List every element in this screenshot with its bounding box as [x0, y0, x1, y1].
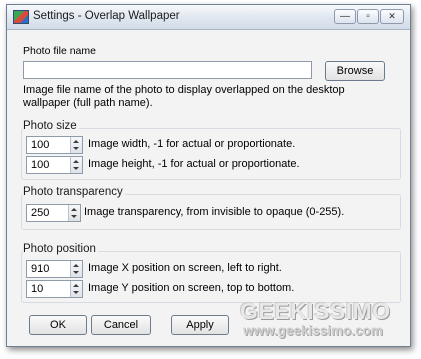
spin-down-icon[interactable] — [73, 271, 79, 274]
height-spinner[interactable]: 100 — [26, 156, 83, 174]
photo-file-label: Photo file name — [23, 45, 96, 57]
y-spin-arrows[interactable] — [70, 281, 82, 297]
minimize-icon: — — [340, 11, 350, 22]
spin-up-icon[interactable] — [73, 140, 79, 143]
photo-file-input[interactable] — [23, 61, 312, 79]
width-label: Image width, -1 for actual or proportion… — [88, 138, 296, 150]
y-position-value: 10 — [31, 283, 44, 295]
x-position-spinner[interactable]: 910 — [26, 260, 83, 278]
spin-down-icon[interactable] — [73, 167, 79, 170]
height-spin-arrows[interactable] — [70, 157, 82, 173]
ok-button[interactable]: OK — [29, 315, 87, 335]
close-button[interactable]: ✕ — [380, 9, 404, 24]
transparency-spin-arrows[interactable] — [68, 205, 80, 221]
minimize-button[interactable]: — — [334, 9, 356, 24]
photo-size-title: Photo size — [23, 120, 79, 132]
maximize-button[interactable]: ▫ — [357, 9, 379, 24]
close-icon: ✕ — [388, 11, 396, 21]
spin-up-icon[interactable] — [73, 284, 79, 287]
transparency-value: 250 — [31, 207, 50, 219]
spin-down-icon[interactable] — [71, 215, 77, 218]
transparency-spinner[interactable]: 250 — [26, 204, 81, 222]
y-position-spinner[interactable]: 10 — [26, 280, 83, 298]
spin-down-icon[interactable] — [73, 147, 79, 150]
watermark-brand: GEEKISSIMO — [240, 298, 391, 324]
x-position-value: 910 — [31, 263, 50, 275]
spin-down-icon[interactable] — [73, 291, 79, 294]
height-label: Image height, -1 for actual or proportio… — [88, 158, 300, 170]
cancel-button[interactable]: Cancel — [91, 315, 151, 335]
settings-window: Settings - Overlap Wallpaper — ▫ ✕ Photo… — [6, 4, 411, 347]
x-spin-arrows[interactable] — [70, 261, 82, 277]
title-bar[interactable]: Settings - Overlap Wallpaper — ▫ ✕ — [7, 5, 410, 30]
width-value: 100 — [31, 139, 50, 151]
maximize-icon: ▫ — [366, 11, 370, 22]
width-spin-arrows[interactable] — [70, 137, 82, 153]
browse-button[interactable]: Browse — [325, 61, 385, 81]
y-position-label: Image Y position on screen, top to botto… — [88, 282, 295, 294]
watermark-url: www.geekissimo.com — [243, 323, 383, 338]
spin-up-icon[interactable] — [73, 160, 79, 163]
width-spinner[interactable]: 100 — [26, 136, 83, 154]
window-title: Settings - Overlap Wallpaper — [33, 10, 180, 22]
spin-up-icon[interactable] — [71, 208, 77, 211]
spin-up-icon[interactable] — [73, 264, 79, 267]
photo-transparency-title: Photo transparency — [23, 186, 125, 198]
photo-position-title: Photo position — [23, 243, 98, 255]
app-icon — [13, 10, 29, 24]
transparency-label: Image transparency, from invisible to op… — [84, 206, 345, 218]
x-position-label: Image X position on screen, left to righ… — [88, 262, 282, 274]
height-value: 100 — [31, 159, 50, 171]
apply-button[interactable]: Apply — [171, 315, 229, 335]
photo-file-description: Image file name of the photo to display … — [23, 84, 345, 109]
